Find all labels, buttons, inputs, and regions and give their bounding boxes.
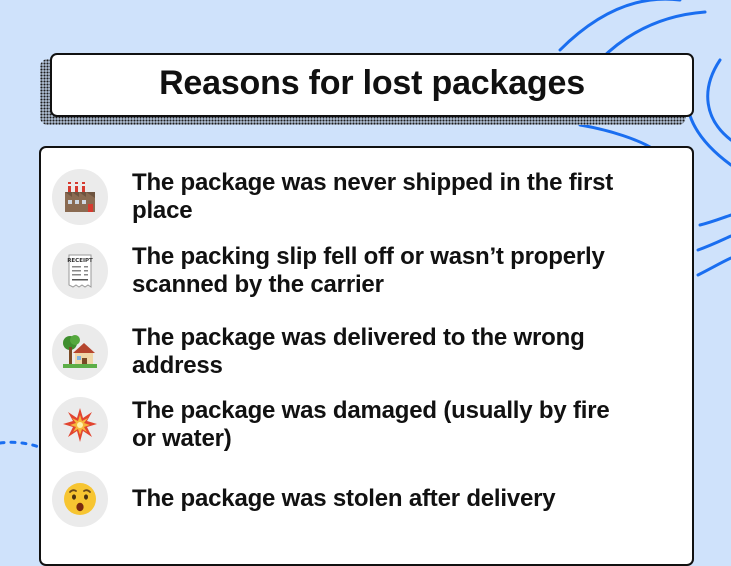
icon-circle xyxy=(52,324,108,380)
icon-circle xyxy=(52,397,108,453)
reason-item-not-shipped: The package was never shipped in the fir… xyxy=(52,169,632,225)
receipt-label: RECEIPT xyxy=(67,258,93,264)
icon-circle xyxy=(52,169,108,225)
collision-icon xyxy=(63,408,97,442)
house-with-garden-icon xyxy=(63,335,97,368)
icon-circle: RECEIPT xyxy=(52,243,108,299)
reason-item-stolen: The package was stolen after delivery xyxy=(52,471,632,527)
reason-text: The packing slip fell off or wasn’t prop… xyxy=(132,243,605,298)
icon-circle xyxy=(52,471,108,527)
anguished-face-icon xyxy=(64,483,96,515)
receipt-icon: RECEIPT xyxy=(67,254,93,288)
deco-wave-7 xyxy=(696,234,731,252)
page-title: Reasons for lost packages xyxy=(159,63,585,102)
factory-icon xyxy=(65,182,95,212)
reason-text: The package was never shipped in the fir… xyxy=(132,169,614,224)
reason-item-wrong-address: The package was delivered to the wrong a… xyxy=(52,324,632,380)
reason-text: The package was delivered to the wrong a… xyxy=(132,324,585,379)
reason-text: The package was damaged (usually by fire… xyxy=(132,397,610,452)
deco-wave-6 xyxy=(698,213,731,227)
reason-text: The package was stolen after delivery xyxy=(132,485,556,512)
reason-item-packing-slip: RECEIPT The packing slip fell off or was… xyxy=(52,243,632,299)
title-box: Reasons for lost packages xyxy=(50,53,694,117)
reason-item-damaged: The package was damaged (usually by fire… xyxy=(52,397,632,453)
deco-wave-8 xyxy=(696,256,731,277)
deco-wave-3 xyxy=(706,58,731,142)
